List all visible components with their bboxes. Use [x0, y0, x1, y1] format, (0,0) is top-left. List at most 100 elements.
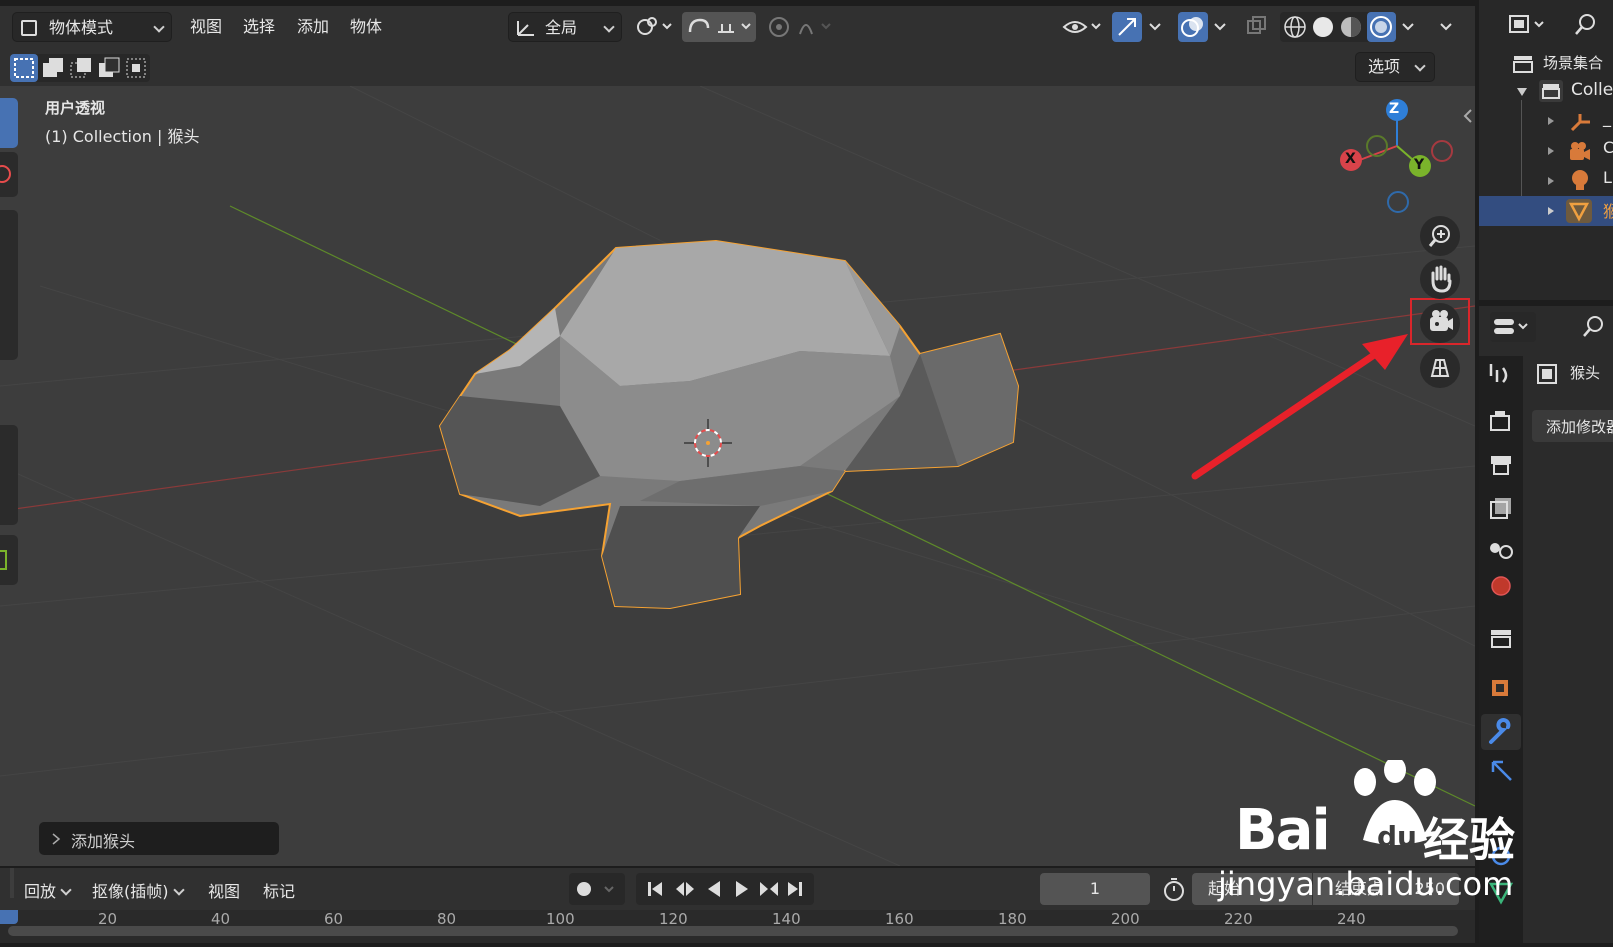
axis-x-label: X — [1345, 151, 1356, 167]
collection-label: Colle — [1571, 80, 1613, 100]
camera-view-button[interactable] — [1420, 303, 1460, 343]
collection-icon — [1491, 630, 1511, 648]
chevron-down-icon — [153, 21, 165, 33]
suzanne-mesh[interactable] — [438, 239, 1020, 610]
collection-icon — [1539, 80, 1563, 102]
axis-z-label: Z — [1389, 101, 1400, 117]
chevron-down-icon — [603, 21, 615, 33]
select-extend-icon — [43, 58, 63, 77]
current-frame-field[interactable]: 1 — [1040, 873, 1150, 905]
material-shading-icon — [1341, 17, 1361, 37]
chevron-down-icon — [60, 884, 72, 896]
tool-annotate-group[interactable] — [0, 425, 18, 525]
outliner-search[interactable] — [1570, 10, 1600, 40]
timeline-scrollbar[interactable] — [8, 926, 1458, 936]
properties-search[interactable] — [1578, 312, 1608, 342]
mesh-icon — [1566, 199, 1592, 223]
chevron-right-icon — [52, 833, 61, 845]
render-icon — [1490, 411, 1510, 431]
menu-view[interactable]: 视图 — [190, 12, 222, 42]
outliner-row-selected[interactable]: 猴 — [1479, 196, 1613, 226]
3d-viewport[interactable]: Z X Y 用户透视 (1) Collection | 猴头 添加猴头 — [0, 86, 1475, 866]
svg-text:du: du — [1377, 820, 1417, 853]
next-keyframe-icon — [760, 882, 778, 896]
stopwatch-icon[interactable] — [1160, 874, 1188, 904]
timeline-editor-type — [10, 868, 14, 898]
proportional-edit[interactable] — [764, 12, 838, 42]
timeline-playback-menu[interactable]: 回放 — [24, 878, 72, 902]
overlay-dropdown[interactable] — [1210, 12, 1232, 42]
expand-arrow-icon — [1548, 207, 1554, 215]
watermark-brand: Bai — [1235, 798, 1331, 863]
mode-label: 物体模式 — [49, 18, 114, 37]
outliner-row[interactable]: L — [1479, 166, 1613, 196]
menu-add[interactable]: 添加 — [297, 12, 329, 42]
menu-object[interactable]: 物体 — [350, 12, 382, 42]
outliner-item-label: C — [1603, 138, 1613, 157]
object-mode-icon — [21, 20, 37, 36]
timeline-marker-menu[interactable]: 标记 — [263, 878, 295, 902]
axis-y-label: Y — [1414, 157, 1425, 173]
tool-transform-group[interactable] — [0, 210, 18, 360]
mode-dropdown[interactable]: 物体模式 — [12, 12, 172, 42]
prev-keyframe-icon — [676, 882, 694, 896]
options-label: 选项 — [1368, 57, 1401, 76]
tool-icon — [1489, 364, 1508, 383]
annotation-arrow — [1191, 334, 1408, 480]
snap-toggle[interactable] — [682, 12, 756, 42]
cursor-tool-icon — [0, 165, 11, 183]
expand-arrow-icon[interactable] — [1516, 86, 1528, 98]
outliner-item-label: _ — [1603, 108, 1611, 127]
record-icon — [577, 882, 614, 896]
tool-add-cube[interactable] — [0, 535, 18, 585]
gizmo-toggle[interactable] — [1112, 12, 1142, 42]
jump-start-icon — [648, 882, 662, 896]
auto-keying-toggle[interactable] — [569, 873, 625, 905]
menu-select[interactable]: 选择 — [243, 12, 275, 42]
options-dropdown[interactable]: 选项 — [1355, 52, 1435, 82]
properties-editor-dropdown[interactable] — [1490, 312, 1536, 342]
chevron-down-icon — [1214, 23, 1226, 31]
xray-icon — [1247, 16, 1266, 34]
snap-icon — [688, 18, 751, 33]
play-icon — [736, 881, 748, 897]
outliner-row[interactable]: _ — [1479, 106, 1613, 136]
last-operator-panel[interactable]: 添加猴头 — [39, 822, 279, 855]
viewport-canvas — [0, 86, 1475, 866]
search-icon — [1575, 14, 1595, 35]
xray-toggle[interactable] — [1242, 12, 1272, 42]
chevron-down-icon — [1440, 23, 1452, 31]
expand-arrow-icon — [1548, 147, 1554, 155]
pivot-dropdown[interactable] — [632, 12, 676, 42]
outliner-editor-dropdown[interactable] — [1505, 10, 1555, 40]
shading-dropdown[interactable] — [1398, 12, 1420, 42]
chevron-down-icon — [1149, 23, 1161, 31]
sidebar-toggle-arrow[interactable] — [1462, 108, 1474, 128]
tool-select-box[interactable] — [0, 98, 18, 148]
add-modifier-button[interactable]: 添加修改器 — [1532, 410, 1613, 442]
playback-controls[interactable] — [636, 873, 814, 905]
playhead[interactable] — [0, 910, 18, 924]
tool-cursor[interactable] — [0, 152, 18, 197]
properties-icon — [1494, 319, 1528, 334]
timeline-ruler[interactable]: 20 40 60 80 100 120 140 160 180 200 220 … — [0, 910, 1475, 943]
outliner-tree: 场景集合 Colle _ C L 猴 — [1479, 48, 1613, 298]
gizmo-dropdown[interactable] — [1145, 12, 1167, 42]
editor-type-dropdown-left[interactable] — [1436, 12, 1458, 42]
outliner-row[interactable]: C — [1479, 136, 1613, 166]
view-layer-icon — [1490, 498, 1511, 519]
overlay-toggle[interactable] — [1178, 12, 1208, 42]
visibility-dropdown[interactable] — [1060, 12, 1106, 42]
current-frame-value: 1 — [1089, 879, 1101, 898]
light-icon — [1572, 170, 1588, 190]
world-icon — [1491, 576, 1511, 596]
timeline-keying-menu[interactable]: 抠像(插帧) — [92, 878, 185, 902]
timeline-view-menu[interactable]: 视图 — [208, 878, 240, 902]
pan-button[interactable] — [1420, 259, 1460, 299]
ortho-toggle-button[interactable] — [1420, 348, 1460, 388]
chevron-down-icon — [1414, 60, 1426, 72]
zoom-button[interactable] — [1420, 216, 1460, 256]
camera-icon — [1570, 142, 1590, 160]
orientation-dropdown[interactable]: 全局 — [508, 12, 622, 42]
scene-icon — [1490, 543, 1513, 559]
